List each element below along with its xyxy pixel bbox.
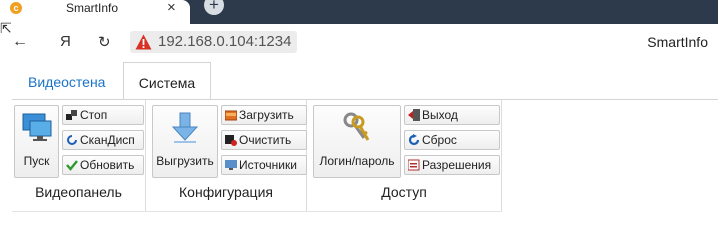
new-tab-button[interactable]: + (204, 0, 224, 15)
sources-label: Источники (239, 158, 297, 172)
load-button[interactable]: Загрузить (221, 105, 307, 125)
refresh-button[interactable]: Обновить (62, 155, 144, 175)
sources-button[interactable]: Источники (221, 155, 307, 175)
login-password-button[interactable]: Логин/пароль (313, 105, 401, 178)
keys-icon (343, 112, 370, 141)
mouse-cursor-icon: ⇱ (0, 20, 12, 36)
group-videopanel: Пуск Стоп СканДисп Обновить Видеопанель (12, 100, 146, 212)
browser-tabstrip: c SmartInfo × + (0, 0, 718, 24)
scan-displays-label: СканДисп (80, 133, 135, 147)
group-config: Выгрузить Загрузить Очистить Источники К… (146, 100, 307, 212)
sources-icon (225, 160, 237, 170)
warning-icon (135, 34, 152, 50)
stop-button[interactable]: Стоп (62, 105, 144, 125)
reset-label: Сброс (422, 133, 457, 147)
refresh-label: Обновить (80, 158, 135, 172)
ribbon-bottom-divider (12, 211, 502, 212)
permissions-label: Разрешения (422, 158, 492, 172)
forward-button[interactable]: Я (60, 33, 71, 50)
reload-button[interactable]: ↻ (98, 33, 111, 51)
tab-close-icon[interactable]: × (167, 0, 176, 16)
download-arrow-icon (171, 112, 199, 143)
address-bar: ← Я ↻ 192.168.0.104:1234 SmartInfo (0, 24, 718, 62)
scan-icon (67, 135, 77, 145)
favicon-icon: c (10, 2, 22, 14)
export-button[interactable]: Выгрузить (152, 105, 218, 178)
url-text: 192.168.0.104:1234 (158, 33, 292, 50)
tab-system[interactable]: Система (123, 62, 211, 100)
login-password-label: Логин/пароль (319, 154, 395, 168)
permissions-button[interactable]: Разрешения (404, 155, 500, 175)
start-button-label: Пуск (23, 154, 50, 168)
load-label: Загрузить (239, 108, 294, 122)
clear-button[interactable]: Очистить (221, 130, 307, 150)
permissions-icon (408, 159, 420, 171)
group-access: Логин/пароль Выход Сброс Разрешения Дост… (307, 100, 502, 212)
upload-icon (225, 110, 237, 121)
back-button[interactable]: ← (12, 33, 28, 51)
stop-label: Стоп (80, 108, 108, 122)
url-field[interactable]: 192.168.0.104:1234 (130, 31, 298, 53)
monitors-icon (22, 113, 51, 141)
stop-icon (66, 110, 77, 120)
page-name: SmartInfo (647, 34, 708, 50)
exit-label: Выход (422, 108, 458, 122)
exit-icon (408, 109, 420, 121)
start-button[interactable]: Пуск (14, 105, 59, 178)
export-button-label: Выгрузить (156, 154, 214, 168)
browser-tab[interactable]: c SmartInfo × (0, 0, 190, 24)
clear-icon (225, 135, 237, 146)
group-label-videopanel: Видеопанель (35, 184, 122, 200)
reset-icon (408, 134, 420, 146)
scan-displays-button[interactable]: СканДисп (62, 130, 144, 150)
group-label-access: Доступ (381, 184, 427, 200)
clear-label: Очистить (239, 133, 292, 147)
tab-title: SmartInfo (66, 1, 119, 15)
exit-button[interactable]: Выход (404, 105, 500, 125)
reset-button[interactable]: Сброс (404, 130, 500, 150)
checkmark-icon (66, 160, 78, 171)
group-label-config: Конфигурация (179, 184, 273, 200)
ribbon-panel: Пуск Стоп СканДисп Обновить Видеопанель (12, 99, 718, 212)
tab-videowall[interactable]: Видеостена (12, 62, 121, 100)
